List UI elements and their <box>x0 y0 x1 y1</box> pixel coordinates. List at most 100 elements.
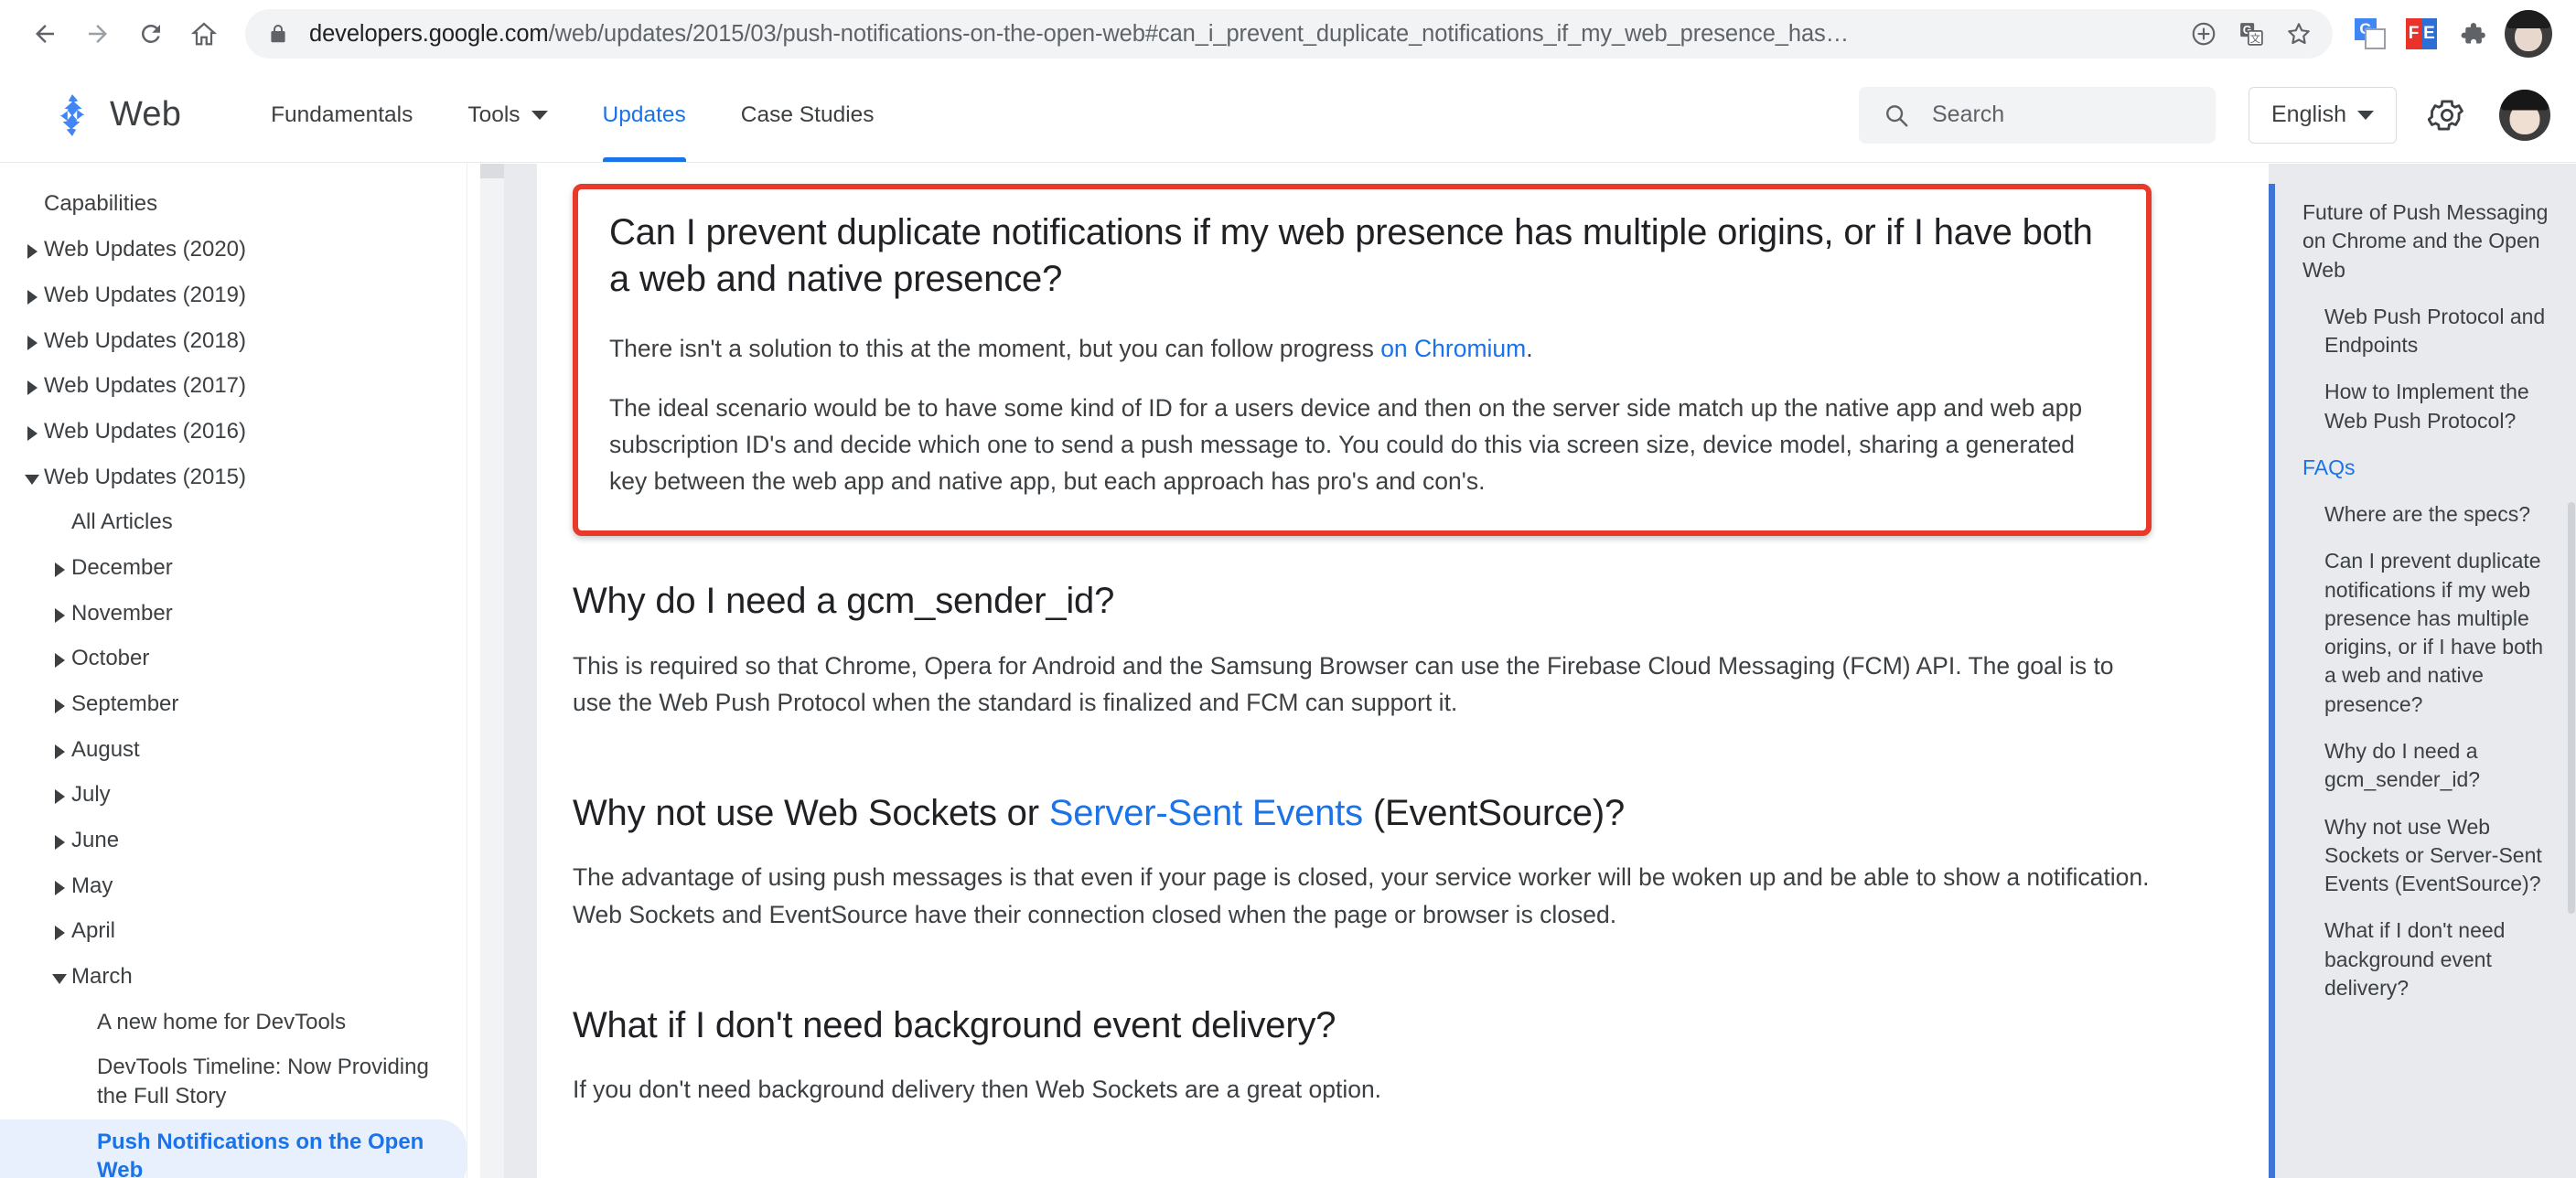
server-sent-events-link[interactable]: Server-Sent Events <box>1049 793 1363 833</box>
back-button[interactable] <box>18 7 71 60</box>
page-scrollbar[interactable] <box>2567 164 2576 1178</box>
sidebar-item-label: Push Notifications on the Open Web <box>97 1129 424 1178</box>
sidebar-item-web-updates-2016[interactable]: Web Updates (2016) <box>0 409 467 455</box>
web-chrome-logo-icon <box>59 93 85 136</box>
settings-button[interactable] <box>2428 96 2466 134</box>
sidebar-item-push-notifications-on-the-open-web[interactable]: Push Notifications on the Open Web <box>0 1119 467 1178</box>
toc-item-where-are-the-specs[interactable]: Where are the specs? <box>2302 500 2556 529</box>
table-of-contents: Future of Push Messaging on Chrome and t… <box>2269 184 2576 1178</box>
sidebar-item-august[interactable]: August <box>0 727 467 773</box>
sidebar-item-label: May <box>71 873 113 898</box>
sidebar-item-label: Web Updates (2015) <box>44 464 247 489</box>
sidebar-item-devtools-timeline[interactable]: DevTools Timeline: Now Providing the Ful… <box>0 1044 467 1119</box>
translate-target-glyph <box>2365 28 2386 49</box>
url-host: developers.google.com <box>309 20 549 47</box>
chevron-right-icon <box>48 735 71 759</box>
sidebar-scrollbar-track[interactable] <box>480 164 504 1178</box>
sh2-before: Why not use Web Sockets or <box>573 793 1049 834</box>
toc-item-why-not-use-web-sockets[interactable]: Why not use Web Sockets or Server-Sent E… <box>2302 813 2556 899</box>
toc-item-why-do-i-need-a-gcm-sender-id[interactable]: Why do I need a gcm_sender_id? <box>2302 737 2556 795</box>
gear-icon <box>2428 100 2463 130</box>
sidebar-item-november[interactable]: November <box>0 591 467 637</box>
google-translate-extension-icon[interactable]: G <box>2347 11 2393 57</box>
nav-item-case-studies[interactable]: Case Studies <box>741 68 875 162</box>
content-scrollbar-track[interactable] <box>504 164 537 1178</box>
sidebar-item-web-updates-2018[interactable]: Web Updates (2018) <box>0 318 467 364</box>
account-avatar[interactable] <box>2499 89 2550 141</box>
toc-item-what-if-i-dont-need-background-event-delivery[interactable]: What if I don't need background event de… <box>2302 916 2556 1002</box>
faq-p1-text-before: There isn't a solution to this at the mo… <box>609 335 1381 363</box>
sidebar-item-december[interactable]: December <box>0 545 467 591</box>
chevron-down-icon <box>48 962 71 984</box>
sidebar-item-web-updates-2019[interactable]: Web Updates (2019) <box>0 273 467 318</box>
language-selector[interactable]: English <box>2249 86 2397 144</box>
sidebar-item-october[interactable]: October <box>0 636 467 681</box>
right-sidebar: Future of Push Messaging on Chrome and t… <box>2269 164 2576 1178</box>
nav-item-fundamentals[interactable]: Fundamentals <box>271 68 413 162</box>
nav-item-updates[interactable]: Updates <box>602 68 687 162</box>
fe-right-glyph: E <box>2421 18 2437 49</box>
sidebar-item-label: July <box>71 782 111 808</box>
on-chromium-link[interactable]: on Chromium <box>1380 335 1526 362</box>
avatar-hat-brim <box>2506 14 2550 29</box>
section-heading-background-event-delivery: What if I don't need background event de… <box>573 1004 1336 1045</box>
chevron-right-icon <box>48 826 71 850</box>
sidebar-item-label: September <box>71 691 179 716</box>
section-heading-gcm-sender-id: Why do I need a gcm_sender_id? <box>573 581 1115 622</box>
chevron-right-icon <box>48 599 71 623</box>
toc-item-can-i-prevent-duplicate-notifications[interactable]: Can I prevent duplicate notifications if… <box>2302 547 2556 719</box>
chevron-right-icon <box>48 916 71 941</box>
search-icon <box>1886 104 1908 126</box>
fe-extension-icon[interactable]: F E <box>2399 11 2444 57</box>
toc-item-faqs[interactable]: FAQs <box>2302 454 2556 482</box>
extensions-puzzle-icon[interactable] <box>2450 11 2496 57</box>
sidebar-item-label: A new home for DevTools <box>97 1009 347 1034</box>
sidebar-item-all-articles[interactable]: All Articles <box>0 499 467 545</box>
page-scrollbar-thumb[interactable] <box>2568 502 2575 914</box>
reload-button[interactable] <box>124 7 177 60</box>
sidebar-item-web-updates-2020[interactable]: Web Updates (2020) <box>0 227 467 273</box>
section-paragraph-web-sockets: The advantage of using push messages is … <box>573 863 2150 928</box>
section-paragraph-background-event-delivery: If you don't need background delivery th… <box>573 1076 1382 1104</box>
sidebar-item-a-new-home-for-devtools[interactable]: A new home for DevTools <box>0 1000 467 1045</box>
chevron-right-icon <box>20 235 44 260</box>
translate-icon[interactable]: G 文 <box>2230 13 2272 55</box>
zoom-add-icon[interactable] <box>2183 13 2225 55</box>
toc-item-future-of-push-messaging[interactable]: Future of Push Messaging on Chrome and t… <box>2302 198 2556 284</box>
sidebar-item-web-updates-2017[interactable]: Web Updates (2017) <box>0 363 467 409</box>
no-icon <box>48 508 71 517</box>
forward-button[interactable] <box>71 7 124 60</box>
nav-item-tools[interactable]: Tools <box>467 68 548 162</box>
sidebar-item-label: Web Updates (2016) <box>44 418 247 444</box>
sidebar-scrollbar-thumb[interactable] <box>480 164 504 178</box>
sidebar-item-march[interactable]: March <box>0 954 467 1000</box>
sidebar-item-label: August <box>71 736 140 762</box>
address-bar[interactable]: developers.google.com/web/updates/2015/0… <box>245 9 2333 59</box>
sidebar-item-april[interactable]: April <box>0 908 467 954</box>
sidebar-item-label: November <box>71 600 173 626</box>
sidebar-item-july[interactable]: July <box>0 772 467 818</box>
search-placeholder: Search <box>1932 102 2005 127</box>
search-input[interactable]: Search <box>1859 86 2216 144</box>
nav-item-label: Case Studies <box>740 102 875 127</box>
toc-item-how-to-implement-the-web-push-protocol[interactable]: How to Implement the Web Push Protocol? <box>2302 378 2556 435</box>
chevron-right-icon <box>48 644 71 669</box>
sidebar-item-june[interactable]: June <box>0 818 467 863</box>
toc-item-web-push-protocol-and-endpoints[interactable]: Web Push Protocol and Endpoints <box>2302 303 2556 360</box>
sidebar-item-september[interactable]: September <box>0 681 467 727</box>
site-logo-text: Web <box>110 95 182 134</box>
chevron-down-icon <box>531 110 548 120</box>
fe-left-glyph: F <box>2406 18 2421 49</box>
back-arrow-icon <box>36 25 54 43</box>
bookmark-star-icon[interactable] <box>2278 13 2320 55</box>
site-logo[interactable]: Web <box>49 92 181 138</box>
sh2-after: (EventSource)? <box>1362 793 1626 834</box>
home-button[interactable] <box>177 7 231 60</box>
scroll-gutter <box>467 164 540 1178</box>
faq-paragraph-1: There isn't a solution to this at the mo… <box>609 330 2115 367</box>
profile-avatar[interactable] <box>2505 10 2552 58</box>
lock-icon <box>267 23 289 45</box>
sidebar-item-may[interactable]: May <box>0 863 467 909</box>
site-header: Web Fundamentals Tools Updates Case Stud… <box>0 68 2576 163</box>
sidebar-item-web-updates-2015[interactable]: Web Updates (2015) <box>0 455 467 500</box>
